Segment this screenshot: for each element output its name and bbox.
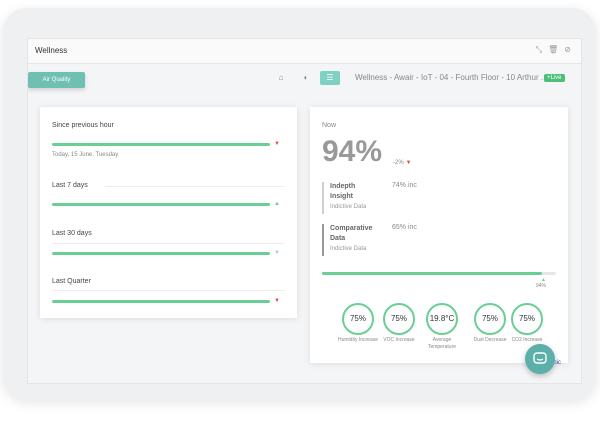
stat-label: Humidity Increase bbox=[338, 337, 379, 343]
app-screen: Wellness ⤡ 🗑 ⊘ Air Quality ⌂ ◐ ☰ Wellnes… bbox=[27, 38, 582, 384]
metric-value: 65% inc bbox=[392, 224, 417, 231]
period-bar bbox=[52, 252, 270, 255]
metric-subtext: Indictive Data bbox=[330, 246, 367, 252]
period-bar bbox=[52, 143, 270, 146]
period-date: Today, 15 June, Tuesday bbox=[52, 152, 119, 158]
metric-subtext: Indictive Data bbox=[330, 204, 367, 210]
metric-name: Comparative Data bbox=[330, 225, 373, 242]
stat-circle: 19.8°C bbox=[426, 303, 458, 335]
period-bar bbox=[52, 300, 270, 303]
divider bbox=[52, 290, 285, 291]
stat-circle: 75% bbox=[474, 303, 506, 335]
period-label: Since previous hour bbox=[52, 122, 114, 129]
window-title: Wellness bbox=[35, 46, 68, 55]
palette-icon[interactable]: ◐ bbox=[298, 71, 314, 85]
main-value: 94% bbox=[322, 135, 383, 168]
divider bbox=[105, 186, 285, 187]
breadcrumb[interactable]: Wellness - Awair - IoT - 04 - Fourth Flo… bbox=[355, 73, 548, 82]
progress-fill bbox=[322, 272, 542, 275]
period-label: Last 30 days bbox=[52, 230, 92, 237]
list-view-icon[interactable]: ☰ bbox=[320, 71, 340, 85]
stat-circle: 75% bbox=[342, 303, 374, 335]
stat-circle: 75% bbox=[511, 303, 543, 335]
progress-track bbox=[322, 272, 556, 275]
window-titlebar: Wellness ⤡ 🗑 ⊘ bbox=[28, 39, 581, 64]
metric-item: Comparative Data 65% inc Indictive Data bbox=[322, 224, 552, 256]
period-bar bbox=[52, 203, 270, 206]
stat-label: Average Temperature bbox=[427, 337, 457, 350]
air-quality-tab[interactable]: Air Quality bbox=[28, 72, 85, 88]
trend-periods-card: Since previous hour ▼ Today, 15 June, Tu… bbox=[40, 107, 297, 318]
trend-down-icon: ▼ bbox=[405, 160, 412, 166]
live-badge: +Live bbox=[544, 74, 565, 82]
now-card: Now 94% -2% ▼ Indepth Insight 74% inc Ind… bbox=[310, 107, 568, 363]
trend-down-icon: ▼ bbox=[274, 141, 280, 147]
delta-text: -2% bbox=[393, 160, 404, 166]
stat-label: Dust Decrease bbox=[473, 337, 507, 343]
period-label: Last 7 days bbox=[52, 182, 88, 189]
divider bbox=[52, 243, 285, 244]
progress-label: 94% bbox=[536, 283, 547, 289]
period-label: Last Quarter bbox=[52, 278, 91, 285]
trend-down-icon: ▼ bbox=[274, 250, 280, 256]
trend-down-icon: ▼ bbox=[274, 298, 280, 304]
delta-value: -2% ▼ bbox=[393, 160, 412, 166]
chat-icon bbox=[533, 352, 547, 364]
chat-button[interactable] bbox=[525, 344, 555, 374]
trend-up-icon: ▲ bbox=[274, 201, 280, 207]
eye-slash-icon[interactable]: ⊘ bbox=[564, 45, 571, 55]
window-controls: ⤡ 🗑 ⊘ bbox=[536, 45, 571, 55]
metric-bar bbox=[322, 182, 324, 214]
trash-icon[interactable]: 🗑 bbox=[548, 45, 558, 55]
metric-item: Indepth Insight 74% inc Indictive Data bbox=[322, 182, 552, 214]
metric-value: 74% inc bbox=[392, 182, 417, 189]
metric-bar bbox=[322, 224, 324, 256]
stat-circle: 75% bbox=[383, 303, 415, 335]
stat-label: CO2 Increase bbox=[511, 337, 543, 343]
collapse-icon[interactable]: ⤡ bbox=[536, 45, 542, 55]
home-icon[interactable]: ⌂ bbox=[273, 71, 289, 85]
metric-name: Indepth Insight bbox=[330, 183, 356, 200]
device-frame: Wellness ⤡ 🗑 ⊘ Air Quality ⌂ ◐ ☰ Wellnes… bbox=[3, 8, 596, 400]
stat-label: VOC Increase bbox=[383, 337, 415, 343]
now-label: Now bbox=[322, 122, 337, 129]
